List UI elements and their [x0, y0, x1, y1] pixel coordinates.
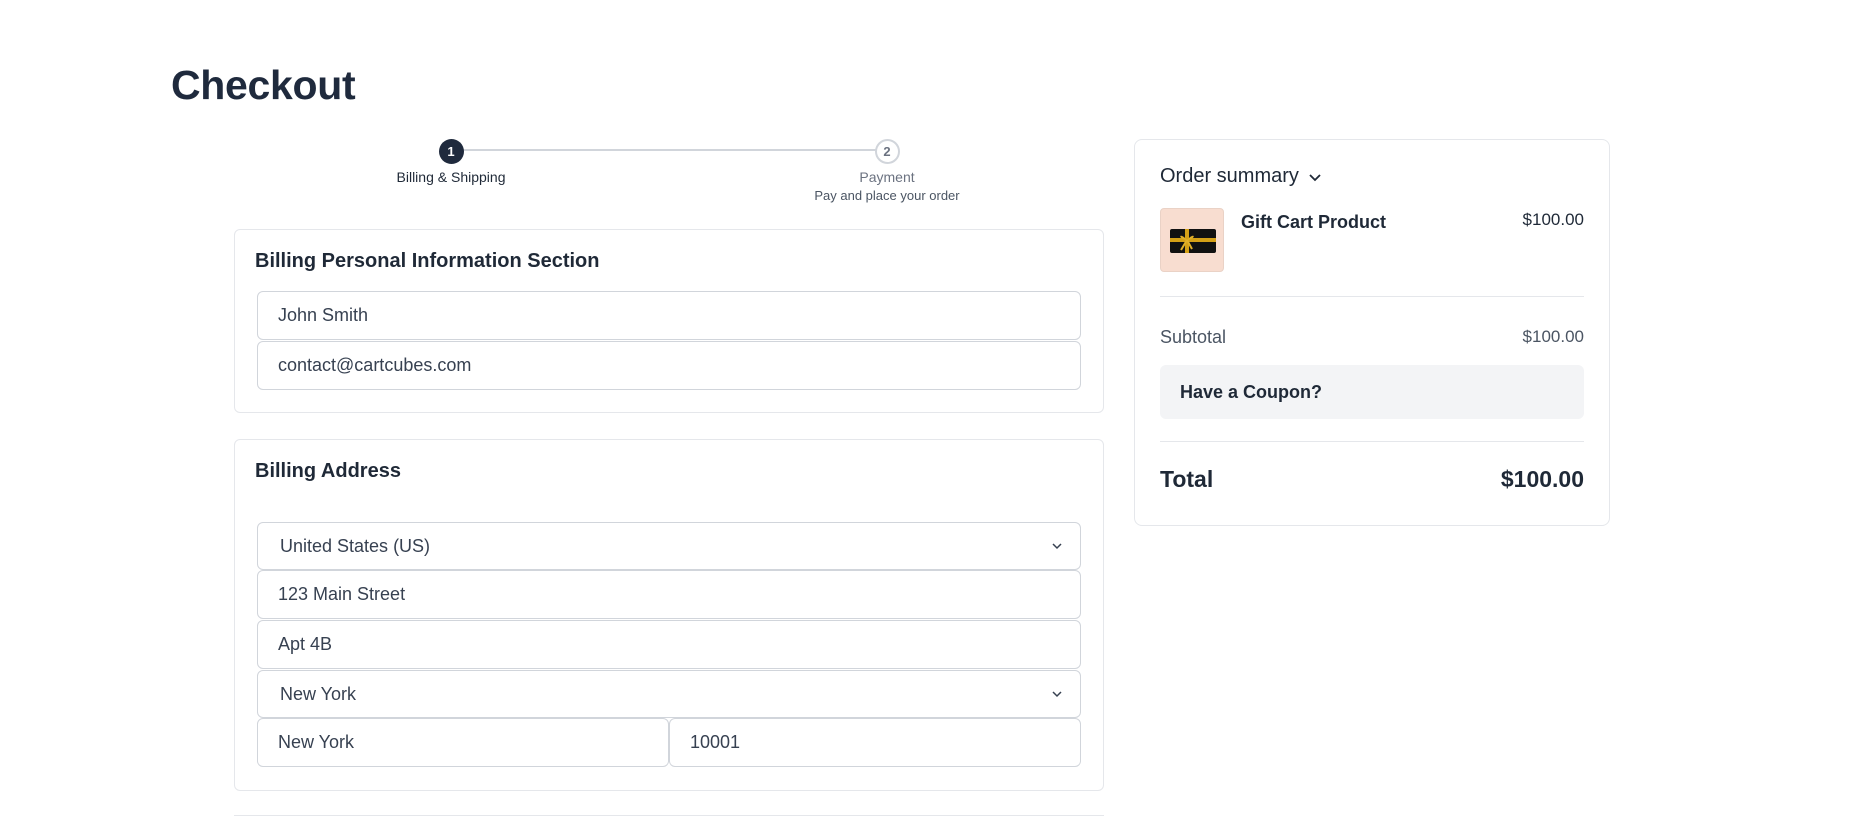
- order-summary-title: Order summary: [1160, 165, 1299, 187]
- state-select[interactable]: New York: [257, 670, 1081, 718]
- address-line2-input[interactable]: [278, 634, 1060, 655]
- next-section-edge: [234, 815, 1104, 816]
- step-number: 2: [874, 139, 900, 164]
- total-value: $100.00: [1500, 466, 1584, 492]
- chevron-down-icon: [1052, 543, 1062, 550]
- section-title: Billing Address: [255, 460, 401, 482]
- step-label: Billing & Shipping: [396, 169, 506, 185]
- address-line1-input[interactable]: [278, 584, 1060, 605]
- order-summary-panel: Order summary Gift Cart Product $100.00 …: [1134, 139, 1610, 526]
- zip-input[interactable]: [690, 732, 1060, 753]
- city-input[interactable]: [278, 732, 648, 753]
- country-value: United States (US): [280, 535, 431, 556]
- checkout-stepper: 1 Billing & Shipping 2 Payment Pay and p…: [234, 136, 1104, 206]
- page-title: Checkout: [171, 62, 356, 108]
- total-label: Total: [1160, 466, 1214, 492]
- subtotal-label: Subtotal: [1160, 327, 1227, 347]
- product-price: $100.00: [1522, 210, 1584, 229]
- product-name: Gift Cart Product: [1241, 212, 1387, 232]
- divider: [1160, 441, 1584, 442]
- order-summary-toggle[interactable]: Order summary: [1160, 165, 1323, 188]
- country-select[interactable]: United States (US): [257, 522, 1081, 570]
- state-value: New York: [280, 683, 357, 704]
- section-title: Billing Personal Information Section: [255, 250, 600, 272]
- gift-card-image: [1170, 229, 1216, 253]
- address-line2-field[interactable]: [257, 620, 1081, 669]
- divider: [1160, 296, 1584, 297]
- step-label: Payment: [859, 169, 915, 185]
- city-field[interactable]: [257, 718, 669, 767]
- step-sublabel: Pay and place your order: [814, 188, 960, 203]
- step-number: 1: [438, 139, 464, 164]
- full-name-input[interactable]: [278, 305, 1060, 326]
- zip-field[interactable]: [669, 718, 1081, 767]
- chevron-down-icon: [1309, 173, 1321, 181]
- step-payment[interactable]: 2 Payment Pay and place your order: [777, 139, 997, 203]
- chevron-down-icon: [1052, 691, 1062, 698]
- product-thumbnail: [1160, 208, 1224, 272]
- step-billing-shipping[interactable]: 1 Billing & Shipping: [341, 139, 561, 185]
- address-line1-field[interactable]: [257, 570, 1081, 619]
- full-name-field[interactable]: [257, 291, 1081, 340]
- subtotal-value: $100.00: [1522, 327, 1584, 346]
- billing-personal-card: Billing Personal Information Section: [234, 229, 1104, 413]
- email-input[interactable]: [278, 355, 1060, 376]
- coupon-toggle-button[interactable]: Have a Coupon?: [1160, 365, 1584, 419]
- email-field[interactable]: [257, 341, 1081, 390]
- billing-address-card: Billing Address United States (US) New Y…: [234, 439, 1104, 791]
